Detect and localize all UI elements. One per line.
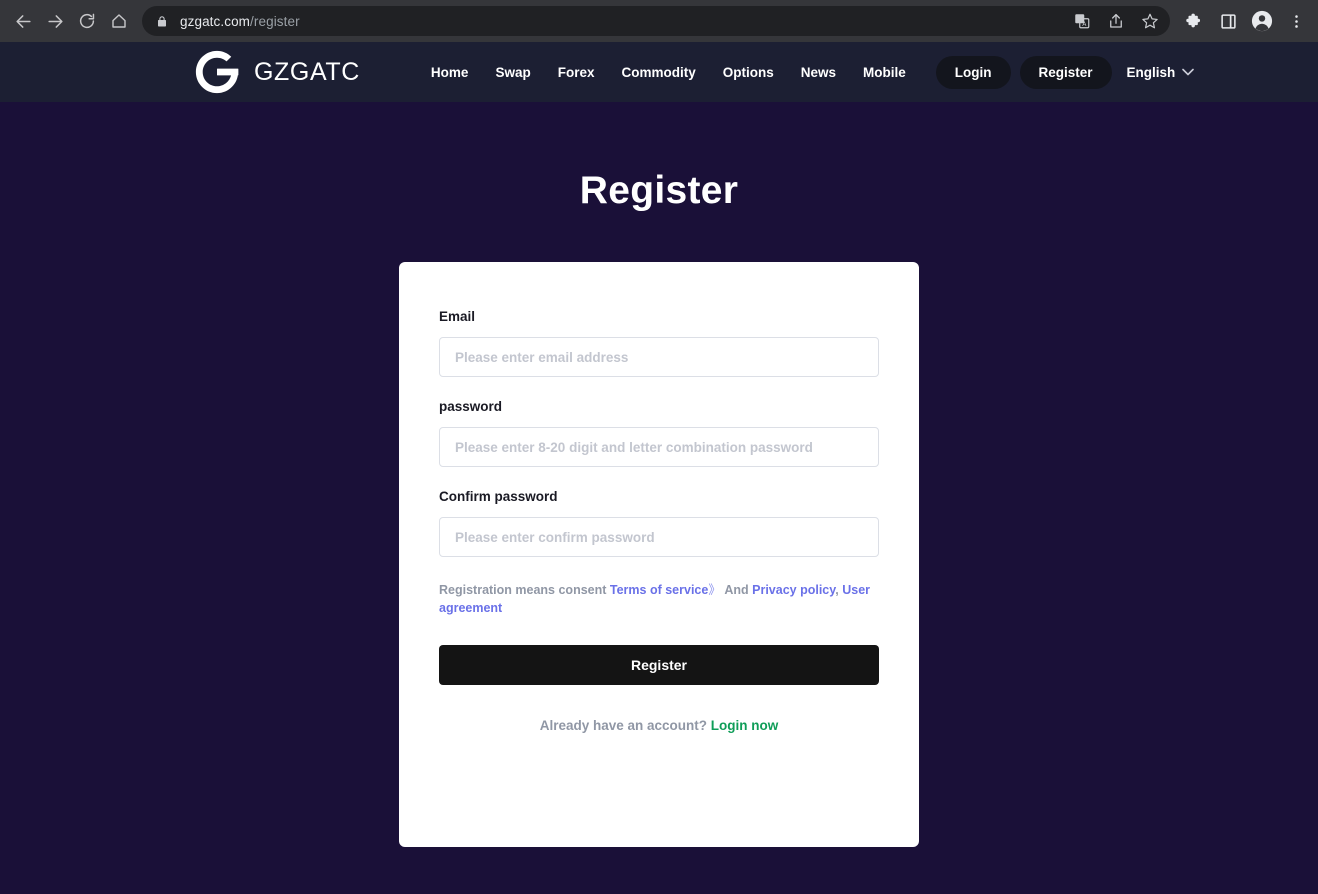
nav-item-home[interactable]: Home: [431, 65, 469, 80]
omnibox-actions: A: [1062, 11, 1160, 31]
gzgatc-g-logo-icon: [195, 50, 239, 94]
login-now-link[interactable]: Login now: [711, 718, 778, 733]
privacy-policy-link[interactable]: Privacy policy: [752, 583, 835, 597]
register-submit-button[interactable]: Register: [439, 645, 879, 686]
translate-icon[interactable]: A: [1072, 11, 1092, 31]
svg-text:A: A: [1082, 21, 1087, 28]
page-body: Register Email password Confirm password…: [0, 102, 1318, 894]
confirm-password-label: Confirm password: [439, 489, 558, 504]
header-register-button[interactable]: Register: [1019, 55, 1112, 89]
header-login-button[interactable]: Login: [935, 55, 1011, 89]
home-button[interactable]: [104, 6, 134, 36]
consent-arrow: 》: [708, 583, 721, 597]
back-button[interactable]: [8, 6, 38, 36]
consent-and: And: [724, 583, 749, 597]
nav-item-forex[interactable]: Forex: [558, 65, 595, 80]
reload-icon: [79, 13, 95, 29]
side-panel-icon[interactable]: [1214, 7, 1242, 35]
login-prompt-line: Already have an account? Login now: [439, 718, 879, 733]
url-domain: gzgatc.com: [180, 13, 251, 29]
password-field-group: password: [439, 399, 879, 467]
forward-button[interactable]: [40, 6, 70, 36]
page-title: Register: [579, 169, 739, 212]
home-icon: [112, 14, 126, 28]
email-field-group: Email: [439, 309, 879, 377]
share-icon[interactable]: [1106, 11, 1126, 31]
terms-of-service-link[interactable]: Terms of service: [610, 583, 708, 597]
nav-item-commodity[interactable]: Commodity: [621, 65, 695, 80]
language-selector[interactable]: English: [1127, 65, 1195, 80]
main-navigation: Home Swap Forex Commodity Options News M…: [431, 65, 906, 80]
site-header-inner: GZGATC Home Swap Forex Commodity Options…: [0, 48, 1318, 96]
back-arrow-icon: [15, 14, 31, 28]
consent-comma: ,: [835, 583, 839, 597]
chrome-toolbar-right: [1180, 7, 1310, 35]
chevron-down-icon: [1182, 68, 1195, 76]
brand-logo-link[interactable]: GZGATC: [193, 48, 360, 96]
star-icon[interactable]: [1140, 11, 1160, 31]
address-bar-url: gzgatc.com/register: [180, 14, 300, 29]
language-selector-label: English: [1126, 64, 1176, 80]
brand-name: GZGATC: [254, 57, 360, 86]
url-path: /register: [250, 13, 300, 29]
browser-toolbar: gzgatc.com/register A: [0, 0, 1318, 42]
password-input[interactable]: [439, 427, 879, 467]
site-header: GZGATC Home Swap Forex Commodity Options…: [0, 42, 1318, 102]
nav-item-mobile[interactable]: Mobile: [863, 65, 906, 80]
nav-item-options[interactable]: Options: [723, 65, 774, 80]
consent-prefix: Registration means consent: [439, 583, 607, 597]
confirm-password-field-group: Confirm password: [439, 489, 879, 557]
password-label: password: [439, 399, 503, 414]
profile-avatar-icon[interactable]: [1248, 7, 1276, 35]
forward-arrow-icon: [47, 14, 63, 28]
three-dot-menu-icon[interactable]: [1282, 7, 1310, 35]
reload-button[interactable]: [72, 6, 102, 36]
header-actions: Login Register English: [935, 55, 1195, 89]
consent-text: Registration means consent Terms of serv…: [439, 581, 879, 617]
confirm-password-input[interactable]: [439, 517, 879, 557]
login-prompt-text: Already have an account?: [539, 718, 708, 734]
nav-item-swap[interactable]: Swap: [495, 65, 530, 80]
register-card: Email password Confirm password Registra…: [399, 262, 919, 847]
email-input[interactable]: [439, 337, 879, 377]
nav-item-news[interactable]: News: [801, 65, 836, 80]
puzzle-piece-icon[interactable]: [1180, 7, 1208, 35]
email-label: Email: [439, 309, 476, 324]
address-bar[interactable]: gzgatc.com/register A: [142, 6, 1170, 36]
lock-icon: [156, 15, 168, 28]
